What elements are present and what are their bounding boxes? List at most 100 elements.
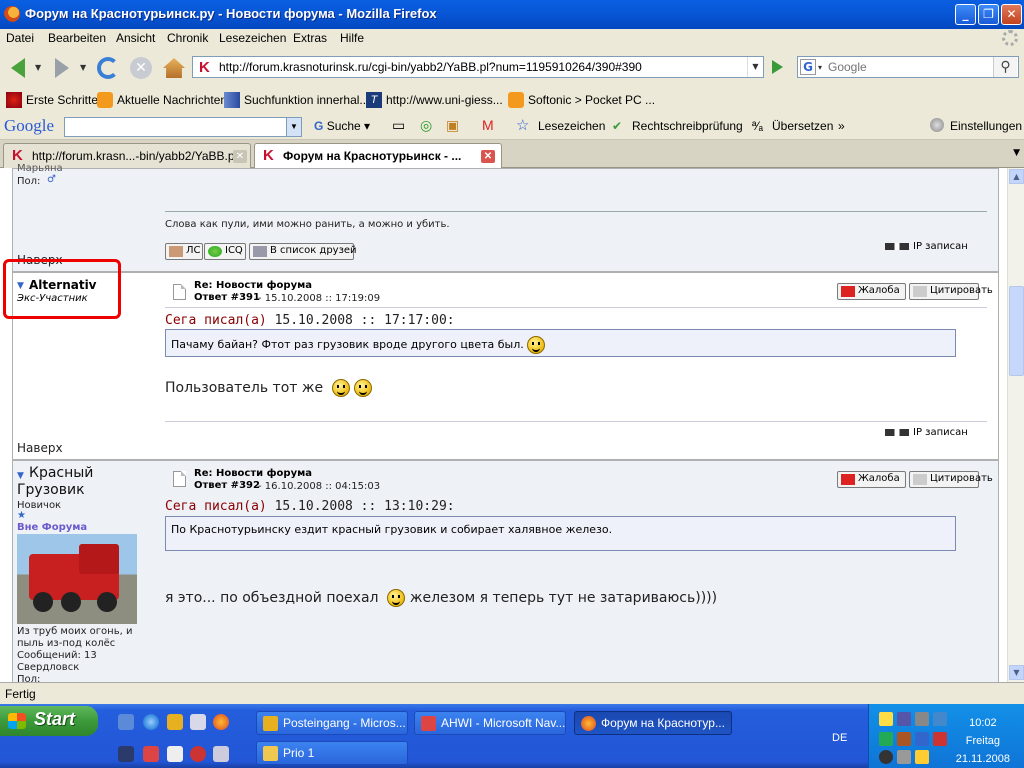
go-button[interactable] xyxy=(767,57,787,77)
report-button[interactable]: Жалоба xyxy=(837,471,906,488)
quicklaunch-media-icon[interactable] xyxy=(118,746,134,762)
tray-update-icon[interactable] xyxy=(879,732,893,746)
tray-mail-icon[interactable] xyxy=(879,712,893,726)
google-einstellungen-button[interactable]: Einstellungen xyxy=(950,119,1022,133)
google-search-dropdown-icon[interactable]: ▼ xyxy=(286,118,301,136)
menu-hilfe[interactable]: Hilfe xyxy=(340,31,364,45)
back-button[interactable] xyxy=(4,55,32,81)
address-bar[interactable]: K http://forum.krasnoturinsk.ru/cgi-bin/… xyxy=(192,56,764,78)
pagerank-icon[interactable]: ◎ xyxy=(420,117,432,134)
icq-button[interactable]: ICQ xyxy=(204,243,246,260)
search-input[interactable] xyxy=(828,59,988,75)
url-history-dropdown-icon[interactable]: ▼ xyxy=(747,57,763,77)
stop-button[interactable]: ✕ xyxy=(127,55,155,81)
user-collapse-icon[interactable]: ▼ xyxy=(17,471,24,481)
home-button[interactable] xyxy=(160,55,188,81)
window-titlebar[interactable]: Форум на Краснотурьинск.ру - Новости фор… xyxy=(0,0,1024,29)
ip-logged: IP записан xyxy=(885,427,968,438)
back-to-top-link[interactable]: Наверх xyxy=(17,441,63,455)
google-logo[interactable]: Google xyxy=(4,116,54,136)
menu-lesezeichen[interactable]: Lesezeichen xyxy=(219,31,286,45)
menu-chronik[interactable]: Chronik xyxy=(167,31,208,45)
menu-ansicht[interactable]: Ansicht xyxy=(116,31,155,45)
tab-close-icon[interactable]: ✕ xyxy=(481,150,495,163)
close-button[interactable]: ✕ xyxy=(1001,4,1022,25)
quicklaunch-desktop-icon[interactable] xyxy=(118,714,134,730)
quicklaunch-app4-icon[interactable] xyxy=(190,746,206,762)
quicklaunch-outlook-icon[interactable] xyxy=(167,714,183,730)
vertical-scrollbar[interactable]: ▲ ▼ xyxy=(1007,168,1024,682)
scroll-up-icon[interactable]: ▲ xyxy=(1009,169,1024,184)
tray-network-icon[interactable] xyxy=(897,712,911,726)
news-icon[interactable]: ▭ xyxy=(392,117,405,134)
scroll-thumb[interactable] xyxy=(1009,286,1024,376)
popup-blocker-icon[interactable]: ▣ xyxy=(446,117,459,134)
spellcheck-button[interactable]: Rechtschreibprüfung xyxy=(632,119,743,133)
search-engine-icon[interactable]: G xyxy=(800,59,816,75)
forward-button[interactable] xyxy=(48,55,76,81)
menu-extras[interactable]: Extras xyxy=(293,31,327,45)
start-button[interactable]: Start xyxy=(0,706,98,736)
quote-button[interactable]: Цитировать xyxy=(909,283,993,300)
task-outlook[interactable]: Posteingang - Micros... xyxy=(256,711,408,735)
report-button[interactable]: Жалоба xyxy=(837,283,906,300)
task-firefox[interactable]: Форум на Краснотур... xyxy=(574,711,732,735)
tray-display-icon[interactable] xyxy=(915,712,929,726)
translate-button[interactable]: Übersetzen xyxy=(772,119,833,133)
tab-list-dropdown-icon[interactable]: ▼ xyxy=(1013,148,1020,158)
task-navision[interactable]: AHWI - Microsoft Nav... xyxy=(414,711,566,735)
quicklaunch-app2-icon[interactable] xyxy=(143,746,159,762)
tab-strip: K http://forum.krasn...-bin/yabb2/YaBB.p… xyxy=(0,140,1024,169)
forward-dropdown-icon[interactable]: ▼ xyxy=(80,63,86,72)
tray-volume-icon[interactable] xyxy=(897,750,911,764)
quote-button[interactable]: Цитировать xyxy=(909,471,993,488)
tab-forum[interactable]: K Форум на Краснотурьинск - ... ✕ xyxy=(254,143,502,169)
tray-bluetooth-icon[interactable] xyxy=(915,732,929,746)
back-dropdown-icon[interactable]: ▼ xyxy=(35,63,41,72)
post-subject[interactable]: Re: Новости форума xyxy=(194,468,312,479)
post-subject[interactable]: Re: Новости форума xyxy=(194,280,312,291)
bookmark-uni-giessen[interactable]: Thttp://www.uni-giess... xyxy=(366,92,503,108)
tray-messenger-icon[interactable] xyxy=(915,750,929,764)
search-magnifier-icon[interactable]: ⚲ xyxy=(993,57,1017,77)
tray-antivirus-icon[interactable] xyxy=(933,732,947,746)
language-indicator[interactable]: DE xyxy=(832,732,847,744)
minimize-button[interactable]: _ xyxy=(955,4,976,25)
pm-button[interactable]: ЛС xyxy=(165,243,203,260)
bookmark-star-icon[interactable]: ☆ xyxy=(516,116,529,134)
gmail-icon[interactable]: M xyxy=(482,117,494,133)
clock[interactable]: 10:02 Freitag 21.11.2008 xyxy=(956,714,1010,768)
menu-bearbeiten[interactable]: Bearbeiten xyxy=(48,31,106,45)
username-line1[interactable]: Красный xyxy=(29,465,93,481)
google-search-input[interactable]: ▼ xyxy=(64,117,302,137)
username-line2[interactable]: Грузовик xyxy=(17,482,85,498)
translate-icon: ª⁄ₐ xyxy=(752,119,763,133)
post-date-value: 15.10.2008 :: 17:19:09 xyxy=(264,293,381,304)
task-label: Prio 1 xyxy=(283,746,315,760)
tab-close-icon[interactable]: ✕ xyxy=(233,150,247,163)
search-engine-dropdown-icon[interactable]: ▾ xyxy=(818,63,822,72)
url-text[interactable]: http://forum.krasnoturinsk.ru/cgi-bin/ya… xyxy=(219,60,642,74)
quicklaunch-app3-icon[interactable] xyxy=(167,746,183,762)
menu-datei[interactable]: Datei xyxy=(6,31,34,45)
google-suche-button[interactable]: G Suche ▾ xyxy=(314,119,370,133)
add-friend-button[interactable]: В список друзей xyxy=(249,243,357,260)
tray-app-icon[interactable] xyxy=(933,712,947,726)
bookmark-softonic[interactable]: Softonic > Pocket PC ... xyxy=(508,92,655,108)
google-lesezeichen-button[interactable]: Lesezeichen xyxy=(538,119,605,133)
reload-button[interactable] xyxy=(94,55,122,81)
tray-security-icon[interactable] xyxy=(897,732,911,746)
quicklaunch-calc-icon[interactable] xyxy=(213,746,229,762)
bookmark-suchfunktion[interactable]: Suchfunktion innerhal... xyxy=(224,92,369,108)
tray-sync-icon[interactable] xyxy=(879,750,893,764)
scroll-down-icon[interactable]: ▼ xyxy=(1009,665,1024,680)
task-prio1-folder[interactable]: Prio 1 xyxy=(256,741,408,765)
bookmark-erste-schritte[interactable]: Erste Schritte xyxy=(6,92,98,108)
quicklaunch-app-icon[interactable] xyxy=(190,714,206,730)
search-bar[interactable]: G ▾ ⚲ xyxy=(797,56,1019,78)
toolbar-more-button[interactable]: » xyxy=(838,119,845,133)
bookmark-aktuelle-nachrichten[interactable]: Aktuelle Nachrichten xyxy=(97,92,227,108)
quicklaunch-firefox-icon[interactable] xyxy=(213,714,229,730)
quicklaunch-ie-icon[interactable] xyxy=(143,714,159,730)
maximize-button[interactable]: ❐ xyxy=(978,4,999,25)
